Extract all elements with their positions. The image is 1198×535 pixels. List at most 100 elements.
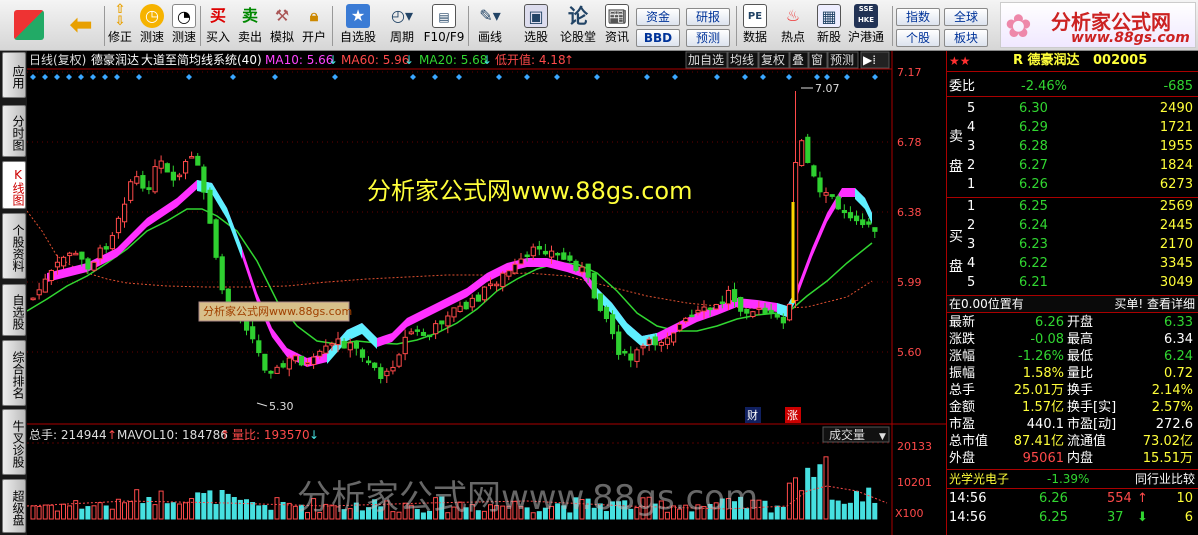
volume-bar	[872, 502, 878, 520]
back-arrow-icon[interactable]: ⬅	[62, 4, 100, 48]
sector-button[interactable]: 板块	[944, 29, 988, 47]
candle-body	[67, 252, 73, 257]
industry-compare-link[interactable]: 同行业比较	[1135, 471, 1195, 487]
candle-body	[445, 315, 451, 327]
candle-body	[549, 250, 555, 258]
candle-body	[311, 356, 317, 365]
stock-button[interactable]: 个股	[896, 29, 940, 47]
rise-event-label[interactable]: 涨	[787, 409, 798, 422]
period-button[interactable]: ◴▾ 周期	[382, 4, 422, 48]
ask-row[interactable]: 3 6.28 1955	[947, 139, 1198, 155]
data-button[interactable]: PE 数据	[738, 4, 772, 48]
f10-button[interactable]: ▤ F10/F9	[422, 4, 466, 48]
bid-row[interactable]: 2 6.24 2445	[947, 218, 1198, 234]
forecast-button[interactable]: 预测	[686, 29, 730, 47]
volume-bar	[786, 482, 792, 520]
global-button[interactable]: 全球	[944, 8, 988, 26]
bid-row[interactable]: 3 6.23 2170	[947, 237, 1198, 253]
hammer-icon: ⚒	[274, 6, 290, 25]
window-button[interactable]: 窗	[811, 53, 823, 67]
restore-rights-button[interactable]: 复权	[761, 53, 785, 67]
finance-event-label[interactable]: 财	[747, 408, 758, 422]
ask-row[interactable]: 2 6.27 1824	[947, 158, 1198, 174]
kline-chart[interactable]: 日线(复权) 德豪润达 大道至简均线系统(40) MA10: 5.66 ↓ MA…	[27, 51, 946, 535]
research-button[interactable]: 研报	[686, 8, 730, 26]
volume-bar	[841, 503, 847, 520]
tab-apps[interactable]: 应用	[2, 52, 26, 98]
volume-indicator-dropdown[interactable]: 成交量	[829, 427, 865, 442]
candle-body	[701, 306, 707, 312]
simulate-button[interactable]: ⚒ 模拟	[266, 4, 298, 48]
tab-super-board[interactable]: 超级盘	[2, 479, 26, 533]
ma60-arrow-icon: ↓	[404, 53, 414, 67]
add-watchlist-button[interactable]: 加自选	[688, 53, 724, 67]
ask-row[interactable]: 5 6.30 2490	[947, 101, 1198, 117]
candle-body	[262, 353, 268, 371]
tab-ranking[interactable]: 综合排名	[2, 340, 26, 406]
chevron-down-icon[interactable]: ▼	[879, 432, 886, 442]
expand-panel-icon[interactable]: ▶⁞	[863, 53, 876, 67]
select-stock-button[interactable]: ▣ 选股	[514, 4, 558, 48]
tab-diagnosis[interactable]: 牛叉诊股	[2, 409, 26, 475]
open-account-button[interactable]: 🔒︎ 开户	[298, 4, 330, 48]
candle-body	[762, 307, 768, 314]
volume-bar	[854, 490, 859, 520]
period-label[interactable]: 日线(复权)	[29, 53, 86, 67]
new-stock-button[interactable]: ▦ 新股	[812, 4, 846, 48]
toolbar-btn-0[interactable]: ⇧ ⇩ 修正	[104, 3, 136, 48]
candle-body	[616, 331, 622, 355]
volume-bar	[54, 510, 60, 520]
bbd-button[interactable]: BBD	[636, 29, 680, 47]
sell-button[interactable]: 卖 卖出	[234, 4, 266, 48]
volume-bar	[835, 500, 841, 520]
tab-kline[interactable]: K线图	[2, 161, 26, 209]
overlay-button[interactable]: 叠	[792, 53, 804, 67]
view-detail-link[interactable]: 买单! 查看详细	[1114, 296, 1195, 312]
mavol-label: MAVOL10: 184786	[117, 428, 228, 442]
index-button[interactable]: 指数	[896, 8, 940, 26]
candle-body	[109, 235, 116, 250]
candle-body	[79, 251, 85, 260]
ma-button[interactable]: 均线	[730, 53, 754, 67]
fire-icon: ♨	[785, 6, 801, 25]
candle-body	[500, 272, 506, 287]
candle-body	[689, 314, 695, 318]
ma20-arrow-icon: ↓	[482, 53, 492, 67]
hotspot-button[interactable]: ♨ 热点	[776, 4, 810, 48]
hk-connect-button[interactable]: SSE HKE 沪港通	[846, 4, 886, 48]
toolbar-btn-1[interactable]: ◷ 测速	[136, 4, 168, 48]
candle-body	[201, 166, 207, 193]
tab-stock-info[interactable]: 个股资料	[2, 213, 26, 279]
bid-row[interactable]: 4 6.22 3345	[947, 256, 1198, 272]
candle-body	[640, 345, 646, 349]
draw-line-button[interactable]: ✎▾ 画线	[470, 4, 510, 48]
news-button[interactable]: 📰︎ 资讯	[600, 4, 634, 48]
forum-icon: 论	[568, 4, 588, 28]
ask-row[interactable]: 4 6.29 1721	[947, 120, 1198, 136]
bid-row[interactable]: 1 6.25 2569	[947, 199, 1198, 215]
bid-row[interactable]: 5 6.21 3049	[947, 275, 1198, 291]
funds-button[interactable]: 资金	[636, 8, 680, 26]
candle-body	[603, 306, 610, 320]
ask-row[interactable]: 1 6.26 6273	[947, 177, 1198, 193]
watchlist-button[interactable]: ★ 自选股	[336, 4, 380, 48]
forum-button[interactable]: 论 论股堂	[558, 4, 598, 48]
volume-bar	[97, 502, 103, 520]
toolbar-btn-2[interactable]: ◔ 测速	[168, 4, 200, 48]
candle-body	[854, 215, 860, 222]
buy-button[interactable]: 买 买入	[202, 4, 234, 48]
candle-body	[835, 196, 841, 210]
candle-body	[183, 161, 189, 174]
candle-body	[579, 266, 585, 273]
candle-body	[536, 246, 542, 250]
volume-bar	[823, 456, 829, 520]
forecast-chart-button[interactable]: 预测	[830, 53, 854, 67]
tab-intraday[interactable]: 分时图	[2, 105, 26, 157]
candle-body	[451, 307, 457, 318]
volume-bar	[67, 505, 73, 520]
grid-icon[interactable]	[8, 4, 50, 48]
candle-body	[677, 323, 683, 331]
tab-watchlist[interactable]: 自选股	[2, 284, 26, 336]
stat-row: 金额 1.57亿 换手[实] 2.57%	[949, 400, 1193, 415]
candle-body	[176, 174, 183, 178]
